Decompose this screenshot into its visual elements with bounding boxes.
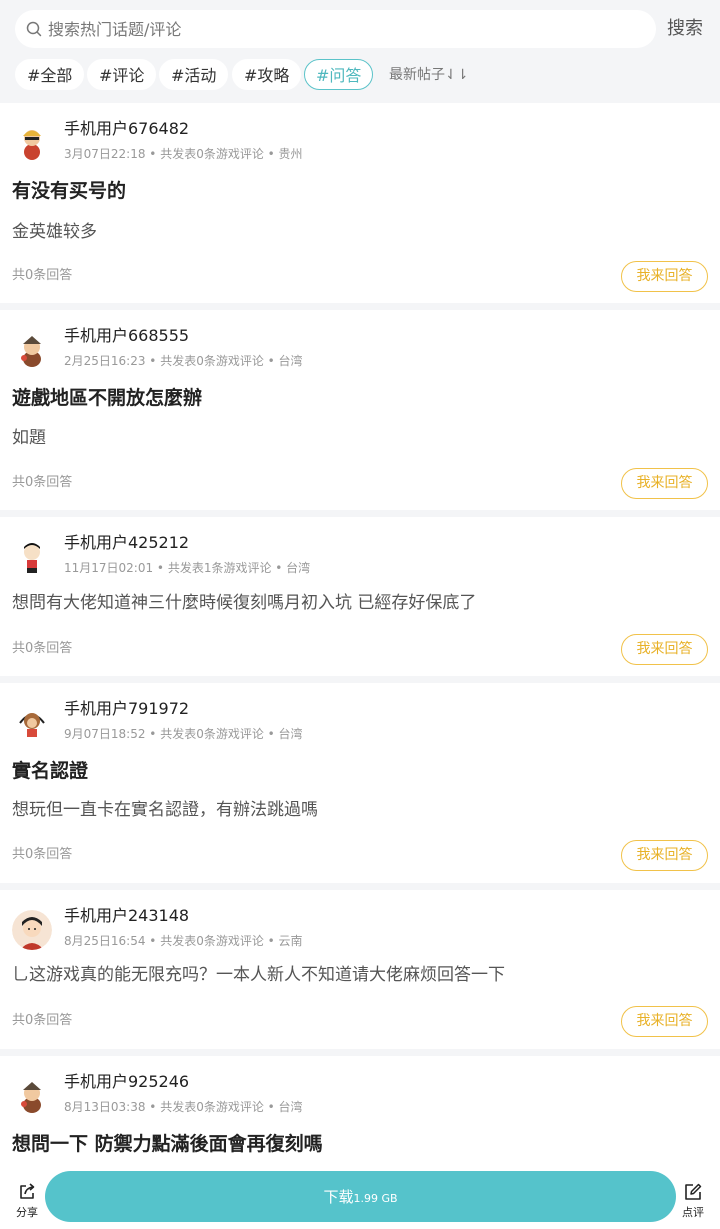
share-icon [20,1183,35,1199]
username[interactable]: 手机用户791972 [64,697,189,721]
download-button[interactable]: 下载1.99 GB [45,1171,676,1222]
username[interactable]: 手机用户243148 [64,904,189,928]
post-body[interactable]: 想玩但一直卡在實名認證，有辦法跳過嗎 [12,797,318,823]
post-meta: 11月17日02:01 • 共发表1条游戏评论 • 台湾 [64,561,311,575]
post-meta: 8月25日16:54 • 共发表0条游戏评论 • 云南 [64,934,303,948]
answer-button[interactable]: 我来回答 [621,468,708,499]
post-body[interactable]: 乚这游戏真的能无限充吗？一本人新人不知道请大佬麻烦回答一下 [12,962,505,988]
search-input[interactable] [48,10,648,48]
avatar[interactable] [12,703,52,743]
post-title[interactable]: 想問一下 防禦力點滿後面會再復刻嗎 [12,1130,323,1158]
answer-button[interactable]: 我来回答 [621,634,708,665]
username[interactable]: 手机用户668555 [64,324,189,348]
avatar[interactable] [12,123,52,163]
rate-button[interactable]: 点评 [676,1182,710,1220]
tag-qa[interactable]: #问答 [304,59,374,90]
post-card[interactable]: 手机用户925246 8月13日03:38 • 共发表0条游戏评论 • 台湾 想… [0,1056,720,1160]
post-meta: 9月07日18:52 • 共发表0条游戏评论 • 台湾 [64,727,303,741]
answer-button[interactable]: 我来回答 [621,261,708,292]
post-title[interactable]: 有没有买号的 [12,177,126,205]
post-card[interactable]: 手机用户668555 2月25日16:23 • 共发表0条游戏评论 • 台湾 遊… [0,310,720,510]
top-bar: 搜索 #全部 #评论 #活动 #攻略 #问答 最新帖子⇃⇂ [0,0,720,103]
bottom-bar: 分享 下载1.99 GB 点评 [0,1160,720,1229]
download-label: 下载 [323,1188,354,1206]
post-body[interactable]: 如題 [12,425,46,451]
tag-events[interactable]: #活动 [159,59,229,90]
sort-dropdown[interactable]: 最新帖子⇃⇂ [389,64,468,86]
download-size: 1.99 GB [353,1192,398,1205]
answer-count: 共0条回答 [12,268,73,283]
post-card[interactable]: 手机用户243148 8月25日16:54 • 共发表0条游戏评论 • 云南 乚… [0,890,720,1049]
username[interactable]: 手机用户925246 [64,1070,189,1094]
share-button[interactable]: 分享 [10,1182,44,1220]
tag-guides[interactable]: #攻略 [232,59,302,90]
post-meta: 2月25日16:23 • 共发表0条游戏评论 • 台湾 [64,354,303,368]
username[interactable]: 手机用户425212 [64,531,189,555]
post-card[interactable]: 手机用户676482 3月07日22:18 • 共发表0条游戏评论 • 贵州 有… [0,103,720,303]
search-button[interactable]: 搜索 [667,16,703,42]
post-meta: 8月13日03:38 • 共发表0条游戏评论 • 台湾 [64,1100,303,1114]
post-title[interactable]: 遊戲地區不開放怎麼辦 [12,384,202,412]
post-body[interactable]: 想問有大佬知道神三什麼時候復刻嗎月初入坑 已經存好保底了 [12,590,476,616]
avatar[interactable] [12,1076,52,1116]
answer-count: 共0条回答 [12,475,73,490]
post-body[interactable]: 金英雄较多 [12,219,97,245]
search-icon [26,21,42,37]
post-card[interactable]: 手机用户791972 9月07日18:52 • 共发表0条游戏评论 • 台湾 實… [0,683,720,883]
answer-button[interactable]: 我来回答 [621,840,708,871]
answer-count: 共0条回答 [12,641,73,656]
avatar[interactable] [12,910,52,950]
answer-count: 共0条回答 [12,1013,73,1028]
answer-button[interactable]: 我来回答 [621,1006,708,1037]
avatar[interactable] [12,537,52,577]
username[interactable]: 手机用户676482 [64,117,189,141]
post-meta: 3月07日22:18 • 共发表0条游戏评论 • 贵州 [64,147,303,161]
tag-reviews[interactable]: #评论 [87,59,157,90]
post-title[interactable]: 實名認證 [12,757,88,785]
search-box[interactable] [15,10,656,48]
edit-icon [685,1183,702,1200]
avatar[interactable] [12,330,52,370]
tag-all[interactable]: #全部 [15,59,85,90]
rate-label: 点评 [682,1206,704,1219]
share-label: 分享 [16,1206,38,1219]
answer-count: 共0条回答 [12,847,73,862]
post-card[interactable]: 手机用户425212 11月17日02:01 • 共发表1条游戏评论 • 台湾 … [0,517,720,676]
